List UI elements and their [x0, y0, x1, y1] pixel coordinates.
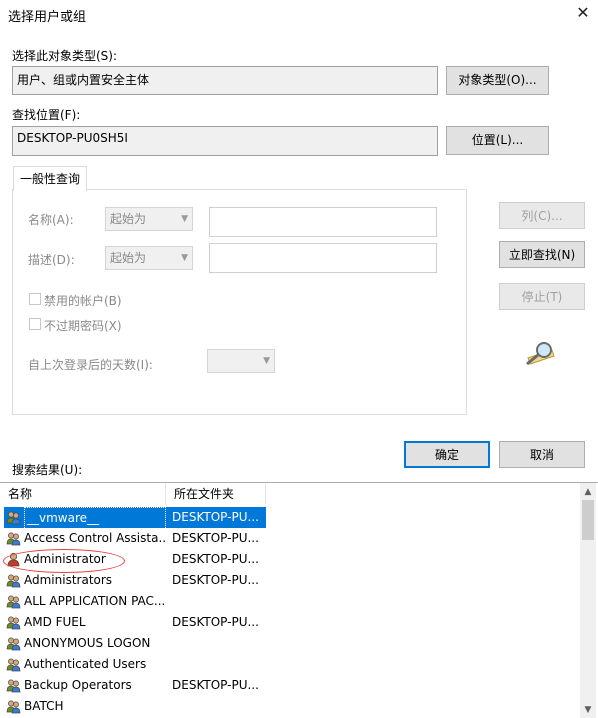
table-row[interactable]: ALL APPLICATION PAC... — [4, 591, 266, 612]
scroll-up-icon[interactable]: ▲ — [580, 484, 596, 500]
location-button[interactable]: 位置(L)... — [446, 126, 549, 155]
row-folder: DESKTOP-PU... — [172, 573, 259, 587]
find-now-button[interactable]: 立即查找(N) — [499, 241, 585, 268]
dialog-title: 选择用户或组 — [8, 10, 87, 25]
group-icon — [6, 700, 21, 714]
row-name: Authenticated Users — [24, 657, 147, 671]
object-types-button[interactable]: 对象类型(O)... — [446, 66, 549, 95]
row-folder: DESKTOP-PU... — [172, 552, 259, 566]
scroll-down-icon[interactable]: ▼ — [580, 702, 596, 718]
group-icon — [6, 532, 21, 546]
disabled-accounts-checkbox[interactable] — [29, 293, 41, 305]
column-header-folder[interactable]: 所在文件夹 — [166, 483, 266, 505]
cancel-button[interactable]: 取消 — [499, 441, 585, 468]
column-header-name[interactable]: 名称 — [0, 483, 166, 505]
name-input[interactable] — [209, 207, 437, 237]
row-name: Administrators — [24, 573, 113, 587]
no-expire-label: 不过期密码(X) — [44, 319, 122, 333]
group-icon — [6, 616, 21, 630]
row-folder: DESKTOP-PU... — [172, 615, 259, 629]
row-folder: DESKTOP-PU... — [172, 531, 259, 545]
group-icon — [6, 595, 21, 609]
table-row[interactable]: Access Control Assista... DESKTOP-PU... — [4, 528, 266, 549]
table-row[interactable]: AMD FUEL DESKTOP-PU... — [4, 612, 266, 633]
row-name: Backup Operators — [24, 678, 132, 692]
name-label: 名称(A): — [28, 213, 74, 227]
magnifier-icon — [526, 342, 555, 366]
desc-label: 描述(D): — [28, 253, 75, 267]
row-name: ANONYMOUS LOGON — [24, 636, 151, 650]
row-name: BATCH — [24, 699, 64, 713]
results-list[interactable]: 名称 所在文件夹 __vmware__ DESKTOP-PU... Access C… — [0, 482, 598, 718]
chevron-down-icon: ▼ — [181, 253, 188, 263]
table-row[interactable]: BATCH — [4, 696, 266, 717]
group-icon — [6, 511, 21, 525]
table-row[interactable]: Backup Operators DESKTOP-PU... — [4, 675, 266, 696]
name-mode-select[interactable]: 起始为 ▼ — [105, 207, 193, 231]
annotation-circle — [3, 549, 125, 573]
desc-input[interactable] — [209, 243, 437, 273]
days-select[interactable]: ▼ — [207, 349, 275, 373]
object-types-label: 选择此对象类型(S): — [12, 49, 118, 63]
scrollbar-thumb[interactable] — [582, 500, 594, 540]
object-types-field: 用户、组或内置安全主体 — [12, 66, 438, 95]
location-field: DESKTOP-PU0SH5I — [12, 126, 438, 156]
table-row[interactable]: __vmware__ DESKTOP-PU... — [4, 507, 266, 530]
group-icon — [6, 658, 21, 672]
chevron-down-icon: ▼ — [181, 214, 188, 224]
ok-button[interactable]: 确定 — [404, 441, 490, 468]
chevron-down-icon: ▼ — [263, 356, 270, 366]
group-icon — [6, 637, 21, 651]
row-folder: DESKTOP-PU... — [172, 510, 259, 524]
table-row[interactable]: Authenticated Users — [4, 654, 266, 675]
tab-general-query[interactable]: 一般性查询 — [13, 166, 87, 191]
no-expire-checkbox[interactable] — [29, 318, 41, 330]
table-row[interactable]: ANONYMOUS LOGON — [4, 633, 266, 654]
row-name: AMD FUEL — [24, 615, 86, 629]
stop-button[interactable]: 停止(T) — [499, 283, 585, 310]
row-name: Access Control Assista... — [24, 531, 166, 545]
row-folder: DESKTOP-PU... — [172, 678, 259, 692]
days-label: 自上次登录后的天数(I): — [28, 358, 153, 372]
location-label: 查找位置(F): — [12, 108, 81, 122]
row-name: __vmware__ — [24, 507, 166, 530]
close-icon[interactable]: ✕ — [572, 2, 594, 24]
desc-mode-select[interactable]: 起始为 ▼ — [105, 246, 193, 270]
group-icon — [6, 679, 21, 693]
columns-button[interactable]: 列(C)... — [499, 202, 585, 229]
group-icon — [6, 574, 21, 588]
disabled-accounts-label: 禁用的帐户(B) — [44, 294, 122, 308]
table-row[interactable]: Administrators DESKTOP-PU... — [4, 570, 266, 591]
row-name: ALL APPLICATION PAC... — [24, 594, 166, 608]
results-label: 搜索结果(U): — [12, 463, 83, 477]
